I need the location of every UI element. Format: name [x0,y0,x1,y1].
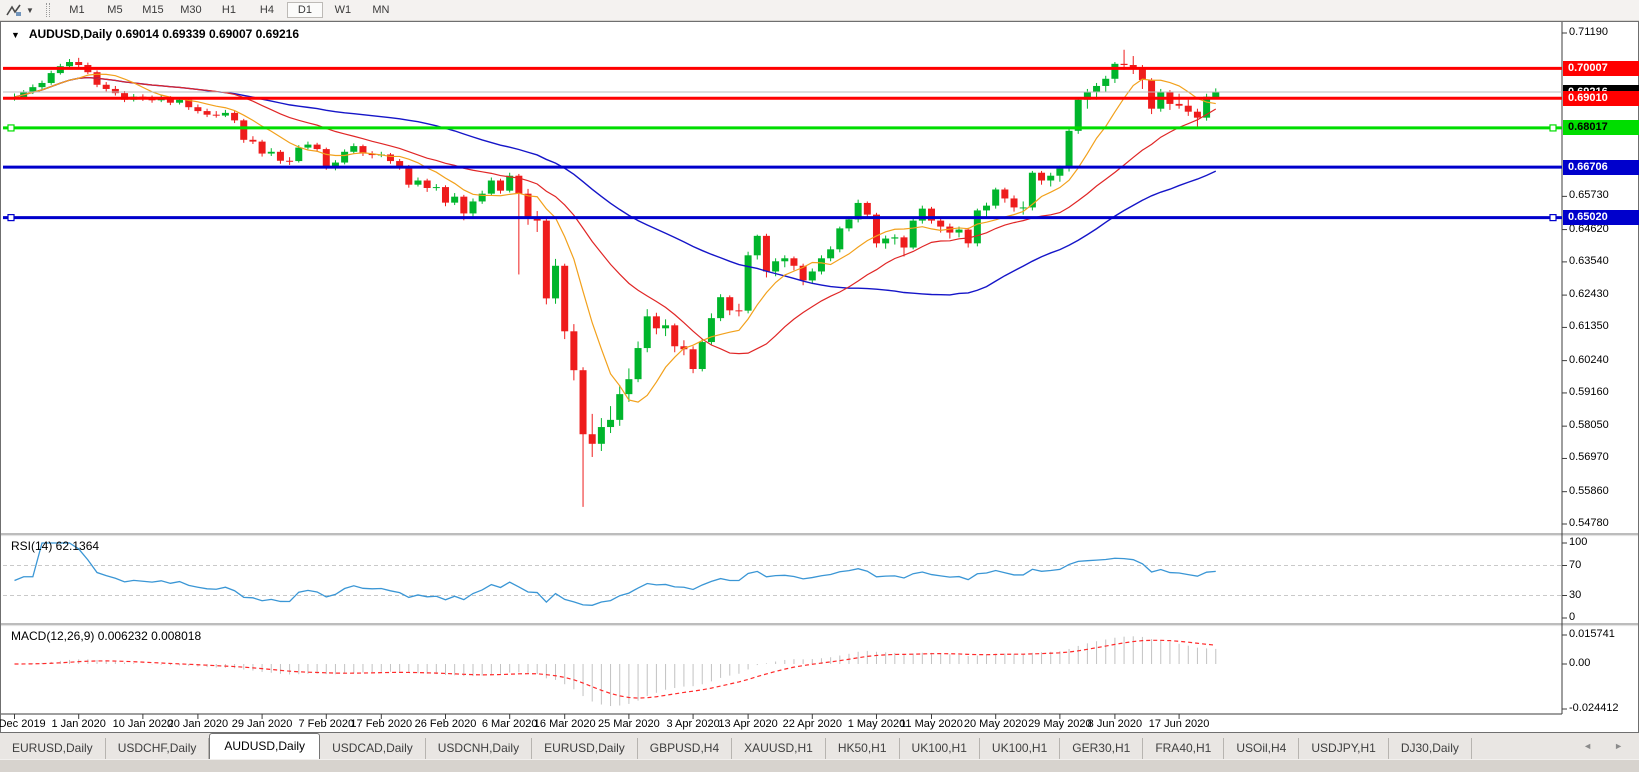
tab-audusd-daily[interactable]: AUDUSD,Daily [209,733,321,759]
tab-eurusd-daily[interactable]: EURUSD,Daily [532,738,638,759]
zigzag-icon [6,4,21,16]
horizontal-level-lines[interactable] [3,66,1562,222]
rsi-tick-label: 70 [1569,558,1582,571]
chart-tab-bar: EURUSD,Daily USDCHF,Daily AUDUSD,Daily USDC… [0,733,1639,759]
ma-fast-line [14,73,1216,403]
chart-window: ▼ AUDUSD,Daily 0.69014 0.69339 0.69007 0… [0,21,1639,733]
rsi-tick-label: 0 [1569,611,1576,623]
level-price-badge: 0.65020 [1563,210,1639,226]
price-tick-label: 0.56970 [1569,451,1609,464]
ma-medium-line [14,76,1217,355]
rsi-label: RSI(14) 62.1364 [11,539,100,553]
tabs-scroll-right-icon[interactable]: ► [1614,741,1623,751]
tab-hk50-h1[interactable]: HK50,H1 [826,738,900,759]
status-strip [0,759,1639,772]
tab-usdjpy-h1[interactable]: USDJPY,H1 [1299,738,1389,759]
tab-uk100-h1[interactable]: UK100,H1 [980,738,1061,759]
price-tick-label: 0.60240 [1569,353,1609,366]
tab-usoil-h4[interactable]: USOil,H4 [1224,738,1300,759]
timeframe-button-w1[interactable]: W1 [325,2,361,18]
price-tick-label: 0.63540 [1569,254,1609,267]
tab-gbpusd-h4[interactable]: GBPUSD,H4 [638,738,733,759]
tab-eurusd-daily[interactable]: EURUSD,Daily [0,738,106,759]
price-tick-label: 0.62430 [1569,288,1609,301]
chart-tabs: EURUSD,Daily USDCHF,Daily AUDUSD,Daily USDC… [0,733,1472,759]
candlestick-series [11,49,1220,507]
chart-symbol-period: AUDUSD,Daily [28,27,113,41]
tab-fra40-h1[interactable]: FRA40,H1 [1143,738,1225,759]
macd-signal-line [14,639,1216,699]
price-tick-label: 0.59160 [1569,385,1609,398]
macd-tick-label: -0.024412 [1569,701,1619,714]
timeframe-button-h4[interactable]: H4 [249,2,285,18]
price-tick-label: 0.58050 [1569,419,1609,432]
macd-tick-label: 0.00 [1569,657,1591,669]
price-tick-label: 0.55860 [1569,484,1609,497]
timeframe-buttons: M1 M5 M15 M30 H1 H4 D1 W1 MN [58,2,400,18]
timeframe-toolbar: ▼ M1 M5 M15 M30 H1 H4 D1 W1 MN [0,0,1639,21]
chart-ohlc-values: 0.69014 0.69339 0.69007 0.69216 [115,27,300,41]
toolbar-dropdown-caret-icon[interactable]: ▼ [26,6,34,15]
chart-title: ▼ AUDUSD,Daily 0.69014 0.69339 0.69007 0… [11,27,299,41]
tab-scroll-arrows: ◄ ► [1583,733,1639,759]
line-handle[interactable] [1549,214,1557,222]
toolbar-grip[interactable] [45,3,50,17]
line-studies-icon[interactable] [4,1,24,19]
tab-xauusd-h1[interactable]: XAUUSD,H1 [732,738,826,759]
rsi-tick-label: 30 [1569,588,1582,601]
price-tick-label: 0.65730 [1569,189,1609,202]
timeframe-button-m5[interactable]: M5 [97,2,133,18]
level-price-badge: 0.66706 [1563,159,1639,175]
line-handle[interactable] [1549,124,1557,132]
price-tick-label: 0.54780 [1569,516,1609,529]
tab-usdcnh-daily[interactable]: USDCNH,Daily [426,738,533,759]
price-tick-label: 0.71190 [1569,26,1608,38]
line-handle[interactable] [7,214,15,222]
date-label: 17 Jun 2020 [1148,718,1210,730]
timeframe-button-mn[interactable]: MN [363,2,399,18]
macd-label: MACD(12,26,9) 0.006232 0.008018 [11,629,202,643]
timeframe-button-m15[interactable]: M15 [135,2,171,18]
tabs-scroll-left-icon[interactable]: ◄ [1583,741,1592,751]
line-handle[interactable] [7,124,15,132]
timeframe-button-m1[interactable]: M1 [59,2,95,18]
mt4-window: ▼ M1 M5 M15 M30 H1 H4 D1 W1 MN ▼ AUDUSD,Daily 0.… [0,0,1639,772]
macd-histogram [23,636,1217,707]
level-price-badge: 0.68017 [1563,120,1639,136]
tab-usdcad-daily[interactable]: USDCAD,Daily [320,738,426,759]
chart-menu-icon[interactable]: ▼ [11,30,20,40]
level-price-badge: 0.70007 [1563,60,1639,76]
timeframe-button-h1[interactable]: H1 [211,2,247,18]
timeframe-button-m30[interactable]: M30 [173,2,209,18]
tab-usdchf-daily[interactable]: USDCHF,Daily [106,738,210,759]
tab-uk100-h1[interactable]: UK100,H1 [900,738,980,759]
tab-ger30-h1[interactable]: GER30,H1 [1060,738,1144,759]
level-price-badge: 0.69010 [1563,90,1639,106]
chart-canvas[interactable] [1,22,1638,732]
tab-dj30-daily[interactable]: DJ30,Daily [1389,738,1472,759]
timeframe-button-d1[interactable]: D1 [286,2,323,18]
macd-tick-label: 0.015741 [1569,627,1615,640]
price-tick-label: 0.61350 [1569,320,1609,333]
rsi-tick-label: 100 [1569,536,1588,548]
